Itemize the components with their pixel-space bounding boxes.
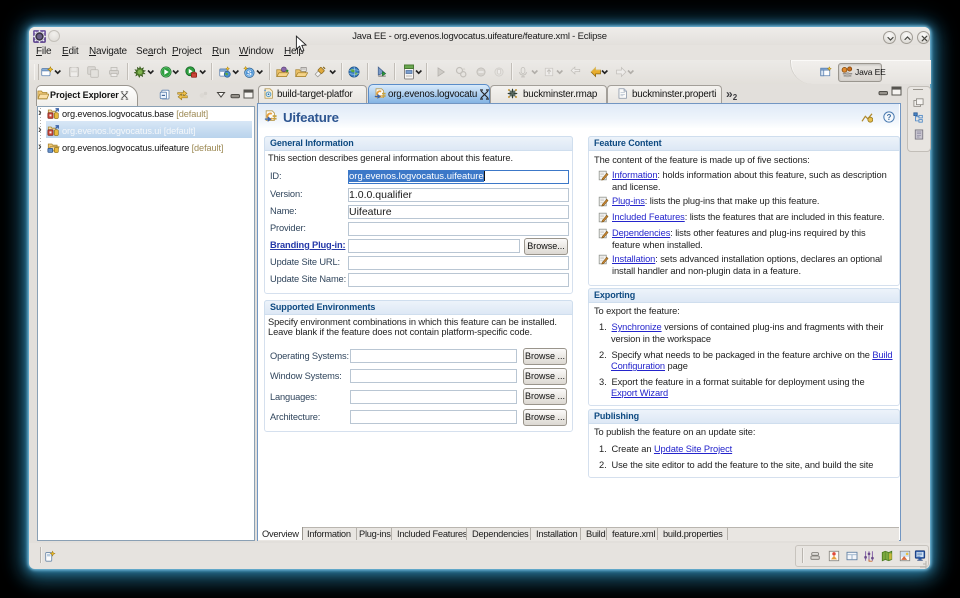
svg-text:S: S	[247, 69, 252, 77]
svg-text:?: ?	[887, 113, 892, 122]
